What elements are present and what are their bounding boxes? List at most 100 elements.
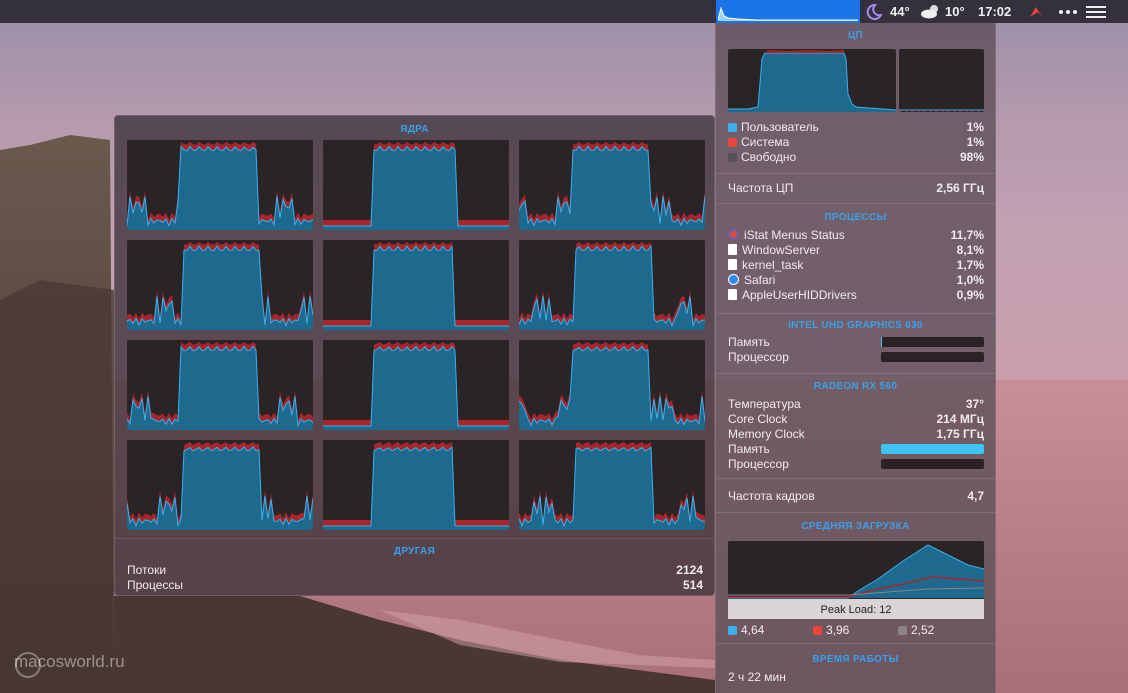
weather-temp-text: 10°: [945, 4, 965, 19]
cpu-legend: Пользователь 1% Система 1% Свободно 98%: [728, 120, 984, 165]
uptime-row: 2 ч 22 мин: [728, 670, 984, 685]
processes-row: Процессы 514: [127, 578, 703, 593]
radeon-processor-label: Процессор: [728, 457, 789, 471]
document-icon: [728, 259, 737, 270]
core-graph-8: [323, 340, 509, 430]
red-app-icon[interactable]: [1028, 3, 1044, 20]
process-row[interactable]: Safari 1,0%: [728, 273, 984, 288]
core-graph-5: [323, 240, 509, 330]
processes-label: Процессы: [127, 578, 184, 592]
load-1-value: 4,64: [741, 623, 765, 637]
radeon-temp-value: 37°: [965, 397, 984, 411]
process-value: 8,1%: [956, 243, 984, 257]
list-icon[interactable]: [1086, 3, 1106, 20]
load-1-icon: [728, 626, 737, 635]
load-legend: 4,64 3,96 2,52: [728, 623, 984, 637]
system-label: Система: [741, 135, 790, 149]
free-legend-icon: [728, 153, 737, 162]
radeon-core-row: Core Clock 214 МГц: [728, 412, 984, 427]
intel-memory-bar: [881, 337, 984, 347]
process-row[interactable]: WindowServer 8,1%: [728, 243, 984, 258]
load-5-icon: [813, 626, 822, 635]
process-value: 1,7%: [956, 258, 984, 272]
document-icon: [728, 244, 737, 255]
clock-text: 17:02: [978, 4, 1012, 19]
safari-icon: [728, 274, 739, 285]
radeon-temp-label: Температура: [728, 397, 801, 411]
process-name: iStat Menus Status: [744, 228, 845, 242]
cpu-frequency-row: Частота ЦП 2,56 ГГц: [728, 181, 984, 196]
process-list: iStat Menus Status 11,7% WindowServer 8,1% k…: [728, 228, 984, 303]
cpu-graph-icon[interactable]: [716, 0, 860, 23]
core-graph-11: [323, 440, 509, 530]
core-graph-1: [127, 140, 313, 230]
free-value: 98%: [959, 150, 984, 164]
core-graph-9: [519, 340, 705, 430]
radeon-memclock-label: Memory Clock: [728, 427, 805, 441]
intel-gpu-title: INTEL UHD GRAPHICS 630: [788, 320, 923, 331]
uptime-value: 2 ч 22 мин: [728, 670, 786, 684]
cpu-free-row: Свободно 98%: [728, 150, 984, 165]
load-5-value: 3,96: [826, 623, 850, 637]
process-row[interactable]: iStat Menus Status 11,7%: [728, 228, 984, 243]
radeon-core-value: 214 МГц: [936, 412, 984, 426]
watermark-text: macosworld.ru: [14, 652, 125, 671]
cpu-graph[interactable]: [728, 49, 984, 112]
radeon-memory-bar: [881, 444, 984, 454]
process-row[interactable]: kernel_task 1,7%: [728, 258, 984, 273]
menu-bar: 44° 10° 17:02: [0, 0, 1128, 23]
cores-title: ЯДРА: [400, 124, 429, 135]
cpu-title: ЦП: [847, 30, 864, 41]
core-graph-6: [519, 240, 705, 330]
cloud-sun-icon: [921, 5, 938, 19]
core-graph-10: [127, 440, 313, 530]
temperature-readout[interactable]: 44°: [890, 3, 910, 20]
radeon-temp-row: Температура 37°: [728, 397, 984, 412]
fps-row: Частота кадров 4,7: [728, 489, 984, 504]
intel-memory-row: Память: [728, 335, 984, 350]
cpu-freq-label: Частота ЦП: [728, 181, 794, 195]
core-graph-7: [127, 340, 313, 430]
intel-processor-bar: [881, 352, 984, 362]
radeon-memory-label: Память: [728, 442, 770, 456]
threads-row: Потоки 2124: [127, 563, 703, 578]
peak-load-label: Peak Load: 12: [821, 604, 892, 616]
radeon-memclock-row: Memory Clock 1,75 ГГц: [728, 427, 984, 442]
core-graph-4: [127, 240, 313, 330]
load-title: СРЕДНЯЯ ЗАГРУЗКА: [801, 521, 910, 532]
threads-label: Потоки: [127, 563, 167, 577]
radeon-gpu-title: RADEON RX 560: [813, 381, 898, 392]
moon-icon[interactable]: [866, 3, 882, 20]
clock[interactable]: 17:02: [978, 3, 1011, 20]
cores-panel: ЯДРА ДРУГАЯ Потоки 2124 Процессы 514: [114, 115, 715, 596]
watermark: macosworld.ru: [14, 652, 125, 672]
weather-readout[interactable]: 10°: [920, 3, 965, 20]
load-15-icon: [898, 626, 907, 635]
istat-icon: [728, 229, 739, 240]
process-name: Safari: [744, 273, 776, 287]
process-value: 0,9%: [956, 288, 984, 302]
cpu-freq-value: 2,56 ГГц: [936, 181, 984, 195]
more-icon[interactable]: [1058, 3, 1078, 20]
radeon-memory-row: Память: [728, 442, 984, 457]
free-label: Свободно: [741, 150, 797, 164]
system-value: 1%: [966, 135, 984, 149]
user-label: Пользователь: [741, 120, 819, 134]
document-icon: [728, 289, 737, 300]
system-legend-icon: [728, 138, 737, 147]
radeon-memclock-value: 1,75 ГГц: [936, 427, 984, 441]
radeon-processor-row: Процессор: [728, 457, 984, 472]
load-graph[interactable]: Peak Load: 12: [728, 541, 985, 619]
cpu-user-row: Пользователь 1%: [728, 120, 984, 135]
process-row[interactable]: AppleUserHIDDrivers 0,9%: [728, 288, 984, 303]
user-value: 1%: [966, 120, 984, 134]
radeon-processor-bar: [881, 459, 984, 469]
processes-value: 514: [682, 578, 703, 592]
intel-processor-row: Процессор: [728, 350, 984, 365]
processes-title: ПРОЦЕССЫ: [824, 212, 887, 223]
uptime-title: ВРЕМЯ РАБОТЫ: [812, 654, 899, 665]
process-name: AppleUserHIDDrivers: [742, 288, 857, 302]
process-value: 11,7%: [950, 228, 984, 242]
radeon-core-label: Core Clock: [728, 412, 788, 426]
load-15-value: 2,52: [911, 623, 935, 637]
